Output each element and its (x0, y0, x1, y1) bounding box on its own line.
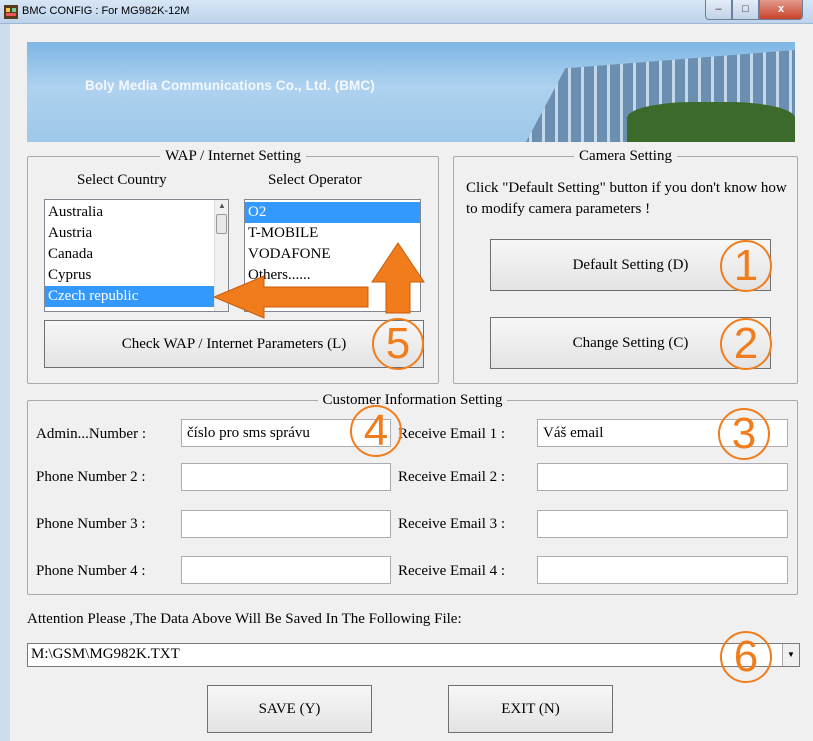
exit-button[interactable]: EXIT (N) (448, 685, 613, 733)
country-item[interactable]: Austria (45, 223, 228, 244)
phone-number-2-label: Phone Number 2 : (36, 469, 146, 485)
save-button[interactable]: SAVE (Y) (207, 685, 372, 733)
email-2-label: Receive Email 2 : (398, 469, 506, 485)
email-4-label: Receive Email 4 : (398, 563, 506, 579)
phone-number-2-field[interactable] (181, 463, 391, 491)
operator-item[interactable]: T-MOBILE (245, 223, 420, 244)
country-item[interactable]: Canada (45, 244, 228, 265)
email-3-label: Receive Email 3 : (398, 516, 506, 532)
customer-legend: Customer Information Setting (322, 392, 503, 408)
banner-text: Boly Media Communications Co., Ltd. (BMC… (85, 78, 375, 93)
attention-text: Attention Please ,The Data Above Will Be… (27, 611, 462, 627)
phone-number-4-label: Phone Number 4 : (36, 563, 146, 579)
select-operator-label: Select Operator (268, 172, 362, 188)
app-icon (4, 5, 18, 19)
check-wap-label: Check WAP / Internet Parameters (L) (121, 336, 347, 352)
operator-item-selected[interactable]: O2 (245, 202, 420, 223)
camera-legend: Camera Setting (579, 148, 672, 164)
scroll-up-icon[interactable]: ▲ (215, 200, 228, 212)
trees-image (627, 102, 795, 142)
operator-item[interactable]: Others...... (245, 265, 420, 286)
minimize-button[interactable]: – (705, 0, 732, 20)
phone-number-3-label: Phone Number 3 : (36, 516, 146, 532)
exit-label: EXIT (N) (501, 701, 560, 717)
file-path-combobox[interactable]: M:\GSM\MG982K.TXT ▼ (27, 643, 800, 667)
select-country-label: Select Country (77, 172, 167, 188)
operator-listbox[interactable]: O2 T-MOBILE VODAFONE Others...... (244, 199, 421, 312)
phone-number-3-field[interactable] (181, 510, 391, 538)
country-scrollbar[interactable]: ▲ (214, 200, 228, 311)
badge-5: 5 (372, 318, 424, 370)
window-frame (0, 24, 10, 741)
badge-2: 2 (720, 318, 772, 370)
badge-3: 3 (718, 408, 770, 460)
badge-6: 6 (720, 631, 772, 683)
country-listbox[interactable]: Australia Austria Canada Cyprus Czech re… (44, 199, 229, 312)
country-item[interactable]: Cyprus (45, 265, 228, 286)
admin-number-label: Admin...Number : (36, 426, 146, 442)
file-path-value: M:\GSM\MG982K.TXT (31, 646, 180, 662)
email-2-field[interactable] (537, 463, 788, 491)
save-label: SAVE (Y) (258, 701, 321, 717)
company-banner: Boly Media Communications Co., Ltd. (BMC… (27, 42, 795, 142)
title-bar: BMC CONFIG : For MG982K-12M – □ x (0, 0, 813, 24)
email-3-field[interactable] (537, 510, 788, 538)
check-wap-button[interactable]: Check WAP / Internet Parameters (L) (44, 320, 424, 368)
badge-4: 4 (350, 405, 402, 457)
window-title: BMC CONFIG : For MG982K-12M (22, 5, 190, 17)
email-1-label: Receive Email 1 : (398, 426, 506, 442)
scroll-thumb[interactable] (216, 214, 227, 234)
wap-legend: WAP / Internet Setting (165, 148, 301, 164)
close-button[interactable]: x (759, 0, 803, 20)
country-item[interactable]: Australia (45, 202, 228, 223)
camera-hint: Click "Default Setting" button if you do… (466, 180, 787, 217)
maximize-button[interactable]: □ (732, 0, 759, 20)
operator-item[interactable]: VODAFONE (245, 244, 420, 265)
country-item-selected[interactable]: Czech republic (45, 286, 214, 307)
chevron-down-icon[interactable]: ▼ (782, 644, 799, 666)
email-4-field[interactable] (537, 556, 788, 584)
badge-1: 1 (720, 240, 772, 292)
phone-number-4-field[interactable] (181, 556, 391, 584)
